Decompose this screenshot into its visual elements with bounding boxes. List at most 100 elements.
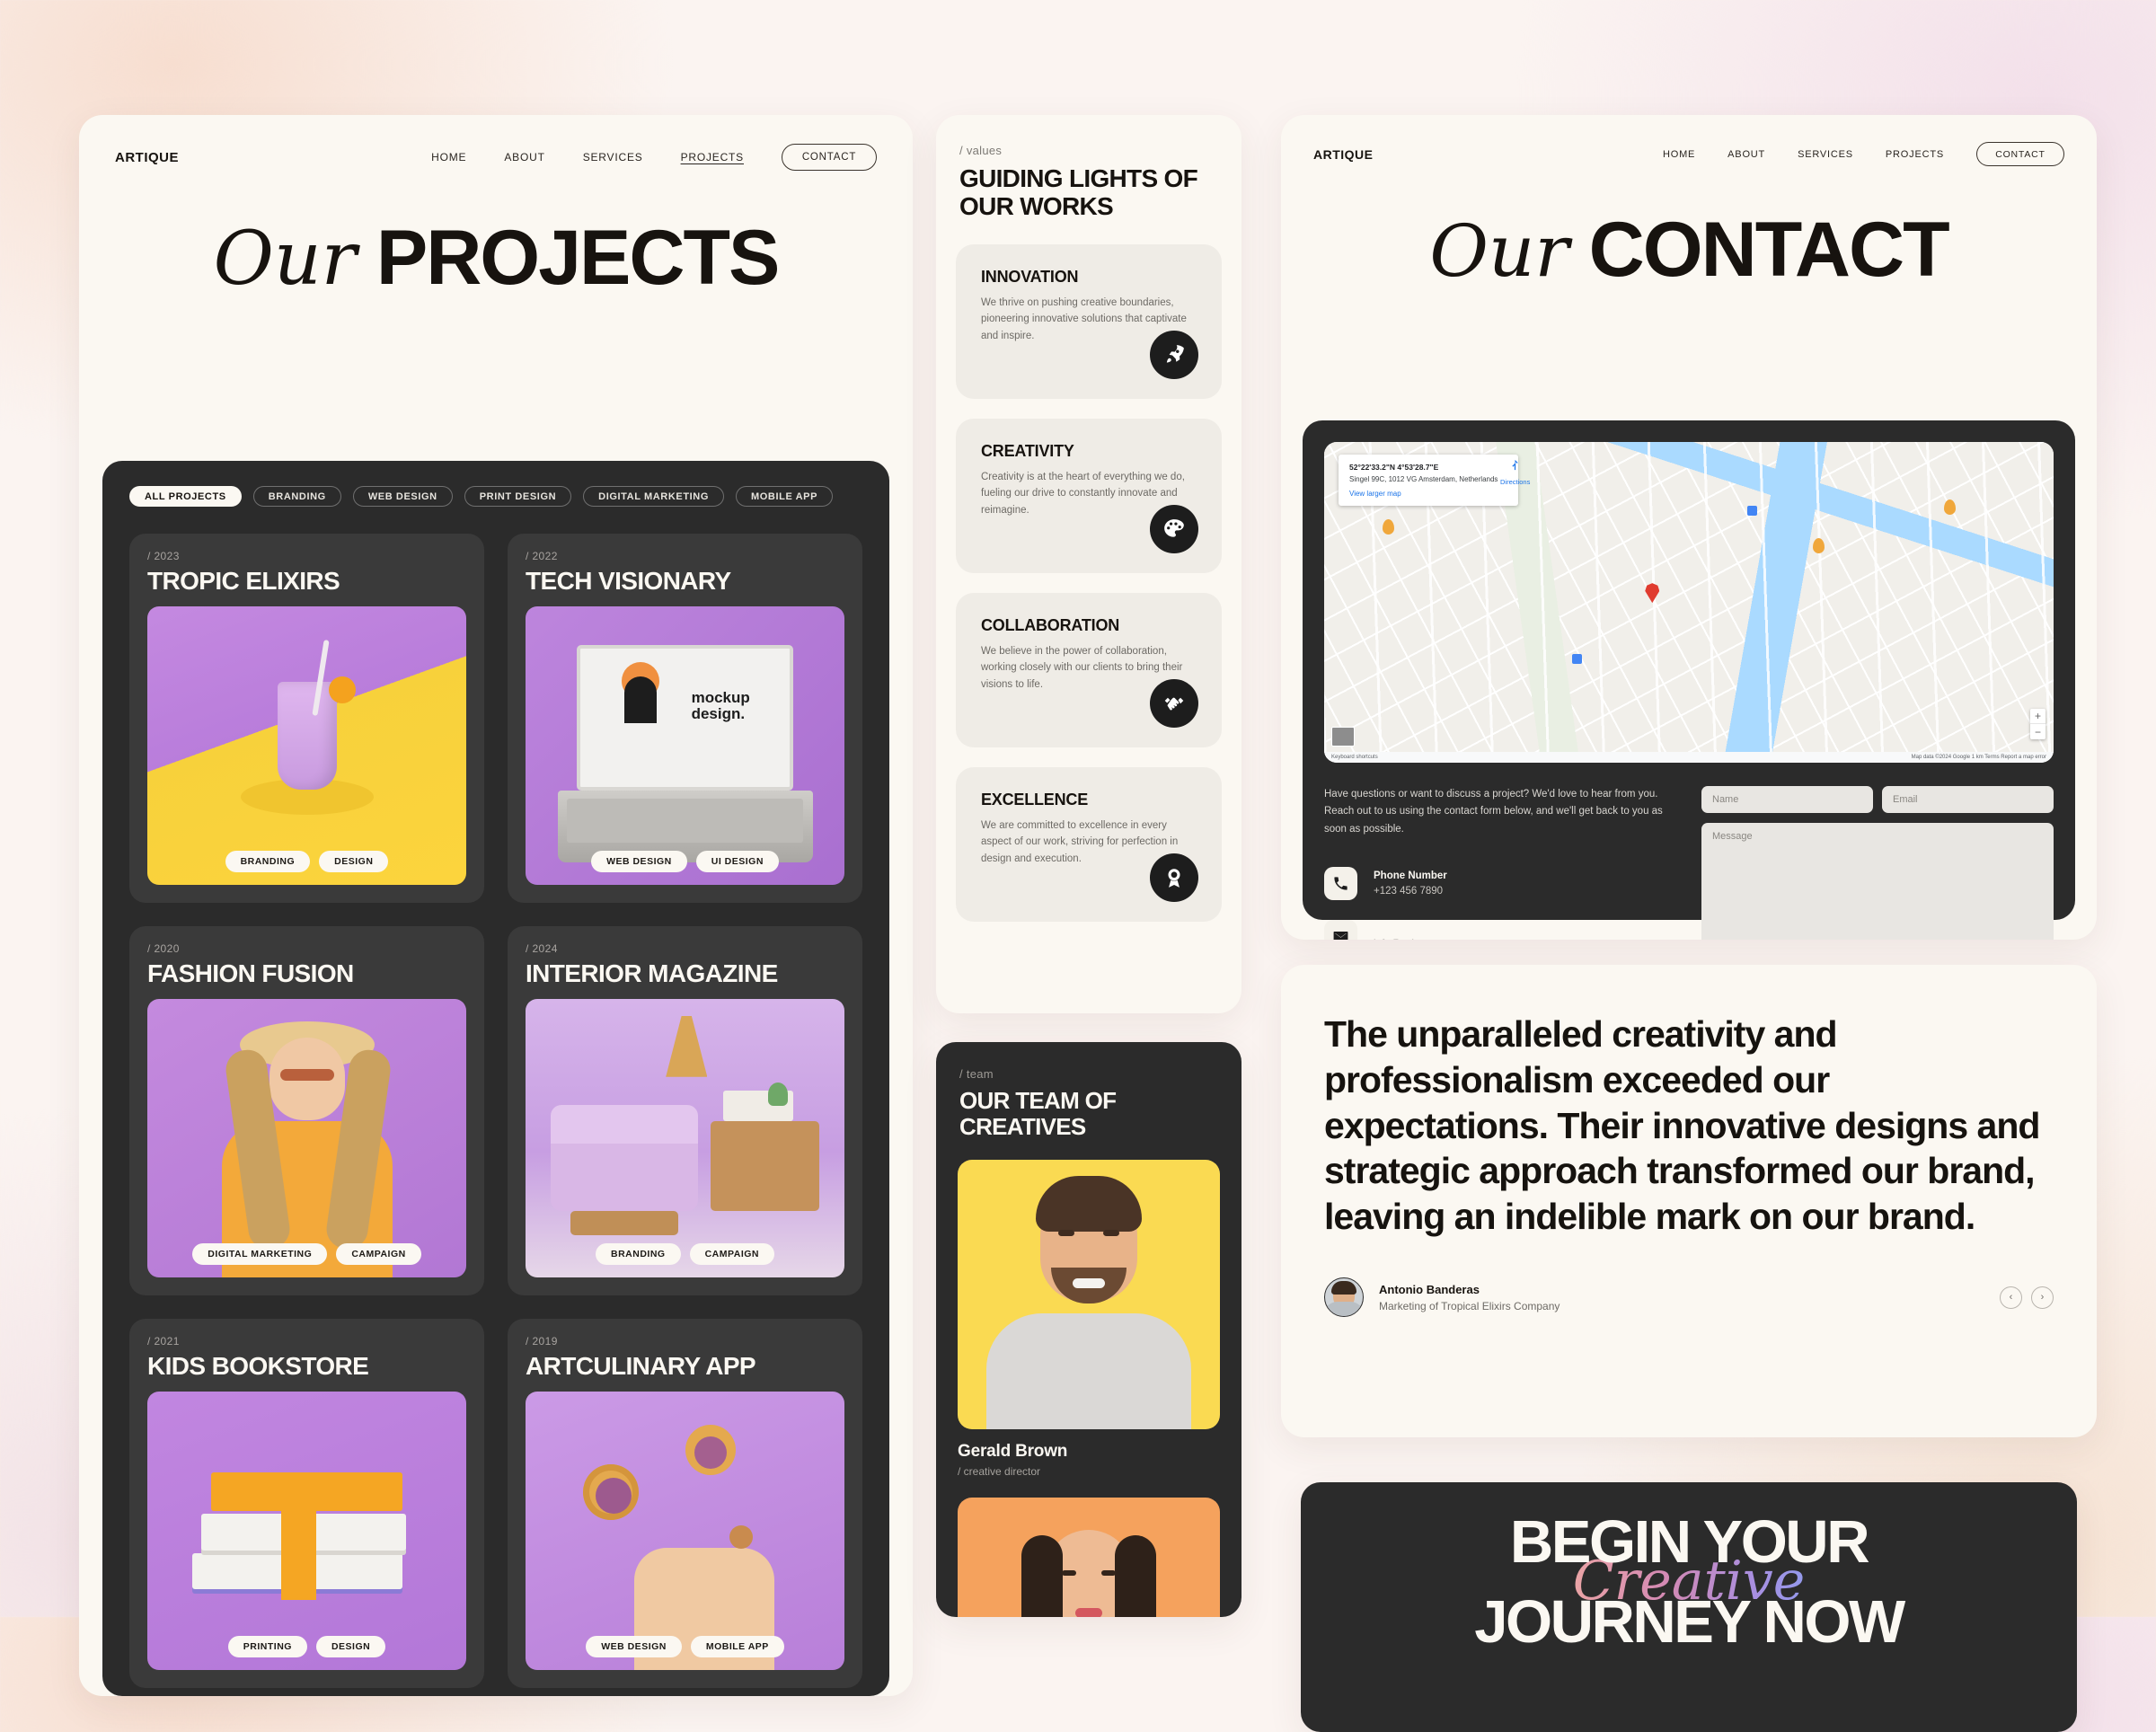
brand-logo[interactable]: ARTIQUE bbox=[1313, 147, 1374, 162]
chevron-right-icon[interactable]: › bbox=[2031, 1286, 2054, 1309]
project-tag[interactable]: BRANDING bbox=[225, 851, 311, 872]
project-thumbnail: PRINTING DESIGN bbox=[147, 1392, 466, 1670]
filter-chip-web-design[interactable]: WEB DESIGN bbox=[352, 486, 453, 507]
testimonial-quote: The unparalleled creativity and professi… bbox=[1324, 1013, 2040, 1238]
contact-detail-value: +123 456 7890 bbox=[1374, 885, 1444, 897]
contact-intro-text: Have questions or want to discuss a proj… bbox=[1324, 789, 1663, 835]
map-poi-cluster bbox=[1813, 538, 1825, 554]
hero-blocky-word: PROJECTS bbox=[376, 215, 781, 301]
project-card[interactable]: / 2024 INTERIOR MAGAZINE BRANDING CAMPAI… bbox=[508, 926, 862, 1295]
testimonial-footer: Antonio Banderas Marketing of Tropical E… bbox=[1324, 1277, 2054, 1318]
project-tag[interactable]: DESIGN bbox=[315, 1636, 386, 1657]
rocket-icon bbox=[1150, 330, 1198, 379]
project-card[interactable]: / 2022 TECH VISIONARY mockup design. WEB… bbox=[508, 534, 862, 903]
chevron-left-icon[interactable]: ‹ bbox=[2000, 1286, 2022, 1309]
nav-link-about[interactable]: ABOUT bbox=[504, 151, 544, 163]
project-tag[interactable]: WEB DESIGN bbox=[586, 1636, 682, 1657]
project-card[interactable]: / 2023 TROPIC ELIXIRS BRANDING DESIGN bbox=[129, 534, 484, 903]
project-thumbnail: mockup design. WEB DESIGN UI DESIGN bbox=[526, 606, 844, 885]
contact-detail-label: Email Address bbox=[1374, 923, 1445, 934]
project-tag[interactable]: UI DESIGN bbox=[695, 851, 779, 872]
project-title: KIDS BOOKSTORE bbox=[147, 1352, 369, 1380]
projects-dark-area: ALL PROJECTS BRANDING WEB DESIGN PRINT D… bbox=[102, 461, 889, 1696]
value-card-creativity[interactable]: CREATIVITY Creativity is at the heart of… bbox=[956, 418, 1222, 573]
filter-chip-all-projects[interactable]: ALL PROJECTS bbox=[129, 486, 242, 507]
map-view-larger-link[interactable]: View larger map bbox=[1349, 490, 1507, 498]
project-image-fashion-woman bbox=[147, 999, 466, 1277]
project-thumbnail: BRANDING DESIGN bbox=[147, 606, 466, 885]
project-filter-chips: ALL PROJECTS BRANDING WEB DESIGN PRINT D… bbox=[129, 486, 862, 507]
nav-link-home[interactable]: HOME bbox=[431, 151, 466, 163]
map-info-card[interactable]: 52°22'33.2"N 4°53'28.7"E Singel 99C, 101… bbox=[1339, 455, 1518, 507]
nav-link-projects[interactable]: PROJECTS bbox=[1886, 149, 1944, 160]
contact-dark-area: 52°22'33.2"N 4°53'28.7"E Singel 99C, 101… bbox=[1303, 420, 2075, 940]
project-image-living-room bbox=[526, 999, 844, 1277]
filter-chip-digital-marketing[interactable]: DIGITAL MARKETING bbox=[583, 486, 724, 507]
projects-panel: ARTIQUE HOME ABOUT SERVICES PROJECTS CON… bbox=[79, 115, 913, 1696]
nav-links: HOME ABOUT SERVICES PROJECTS CONTACT bbox=[431, 144, 877, 171]
project-tag[interactable]: DESIGN bbox=[319, 851, 389, 872]
project-year: / 2020 bbox=[147, 942, 180, 955]
project-tags: WEB DESIGN UI DESIGN bbox=[526, 851, 844, 872]
contact-hero-title: Our CONTACT bbox=[1281, 206, 2097, 295]
nav-link-services[interactable]: SERVICES bbox=[1798, 149, 1853, 160]
map-zoom-in-button[interactable]: + bbox=[2030, 709, 2046, 724]
nav-link-projects[interactable]: PROJECTS bbox=[681, 151, 744, 163]
map-poi-cluster bbox=[1944, 499, 1957, 516]
filter-chip-branding[interactable]: BRANDING bbox=[252, 486, 341, 507]
name-input[interactable] bbox=[1701, 786, 1873, 813]
project-card[interactable]: / 2019 ARTCULINARY APP WEB DESIGN MOBILE… bbox=[508, 1319, 862, 1688]
message-input[interactable] bbox=[1701, 823, 2054, 940]
project-thumbnail: WEB DESIGN MOBILE APP bbox=[526, 1392, 844, 1670]
project-tag[interactable]: BRANDING bbox=[596, 1243, 681, 1265]
values-kicker: / values bbox=[959, 144, 1003, 157]
palette-icon bbox=[1150, 504, 1198, 553]
nav-link-home[interactable]: HOME bbox=[1663, 149, 1695, 160]
mail-icon bbox=[1324, 919, 1357, 940]
nav-contact-button[interactable]: CONTACT bbox=[782, 144, 877, 171]
project-tag[interactable]: DIGITAL MARKETING bbox=[192, 1243, 328, 1265]
email-input[interactable] bbox=[1882, 786, 2054, 813]
testimonial-panel: The unparalleled creativity and professi… bbox=[1281, 965, 2097, 1437]
project-tag[interactable]: MOBILE APP bbox=[690, 1636, 784, 1657]
value-card-excellence[interactable]: EXCELLENCE We are committed to excellenc… bbox=[956, 766, 1222, 922]
project-title: INTERIOR MAGAZINE bbox=[526, 959, 778, 987]
map-coordinates: 52°22'33.2"N 4°53'28.7"E bbox=[1349, 463, 1439, 472]
nav-links: HOME ABOUT SERVICES PROJECTS CONTACT bbox=[1663, 142, 2064, 166]
team-panel: / team OUR TEAM OF CREATIVES Gerald Brow… bbox=[936, 1042, 1241, 1617]
map-zoom-controls[interactable]: + − bbox=[2030, 709, 2046, 739]
filter-chip-print-design[interactable]: PRINT DESIGN bbox=[464, 486, 572, 507]
project-year: / 2022 bbox=[526, 550, 558, 562]
project-image-books bbox=[147, 1392, 466, 1670]
hero-blocky-word: CONTACT bbox=[1588, 207, 1950, 293]
project-card[interactable]: / 2020 FASHION FUSION DIGITAL MARKETING … bbox=[129, 926, 484, 1295]
team-heading: OUR TEAM OF CREATIVES bbox=[959, 1087, 1117, 1141]
contact-detail-row: Phone Number +123 456 7890 bbox=[1324, 866, 1676, 900]
project-tag[interactable]: CAMPAIGN bbox=[689, 1243, 774, 1265]
filter-chip-mobile-app[interactable]: MOBILE APP bbox=[736, 486, 834, 507]
project-year: / 2021 bbox=[147, 1335, 180, 1348]
value-card-collaboration[interactable]: COLLABORATION We believe in the power of… bbox=[956, 592, 1222, 747]
nav-link-about[interactable]: ABOUT bbox=[1727, 149, 1765, 160]
map-directions-label: Directions bbox=[1500, 478, 1531, 486]
value-title: INNOVATION bbox=[981, 267, 1079, 286]
map-directions-button[interactable]: Directions bbox=[1500, 458, 1530, 486]
value-card-innovation[interactable]: INNOVATION We thrive on pushing creative… bbox=[956, 243, 1222, 399]
project-card[interactable]: / 2021 KIDS BOOKSTORE PRINTING DESIGN bbox=[129, 1319, 484, 1688]
project-title: ARTCULINARY APP bbox=[526, 1352, 756, 1380]
brand-logo[interactable]: ARTIQUE bbox=[115, 150, 179, 165]
project-tags: BRANDING DESIGN bbox=[147, 851, 466, 872]
nav-link-services[interactable]: SERVICES bbox=[583, 151, 643, 163]
team-member-name: Gerald Brown bbox=[958, 1442, 1068, 1462]
values-heading: GUIDING LIGHTS OF OUR WORKS bbox=[959, 164, 1198, 221]
nav-contact-button[interactable]: CONTACT bbox=[1976, 142, 2064, 166]
phone-icon bbox=[1324, 866, 1357, 900]
project-tag[interactable]: PRINTING bbox=[227, 1636, 307, 1657]
project-tag[interactable]: WEB DESIGN bbox=[591, 851, 687, 872]
project-year: / 2023 bbox=[147, 550, 180, 562]
map-street-view-thumb[interactable] bbox=[1331, 727, 1355, 747]
value-title: CREATIVITY bbox=[981, 441, 1074, 460]
contact-map[interactable]: 52°22'33.2"N 4°53'28.7"E Singel 99C, 101… bbox=[1324, 442, 2054, 763]
project-tag[interactable]: CAMPAIGN bbox=[336, 1243, 421, 1265]
map-zoom-out-button[interactable]: − bbox=[2030, 724, 2046, 739]
